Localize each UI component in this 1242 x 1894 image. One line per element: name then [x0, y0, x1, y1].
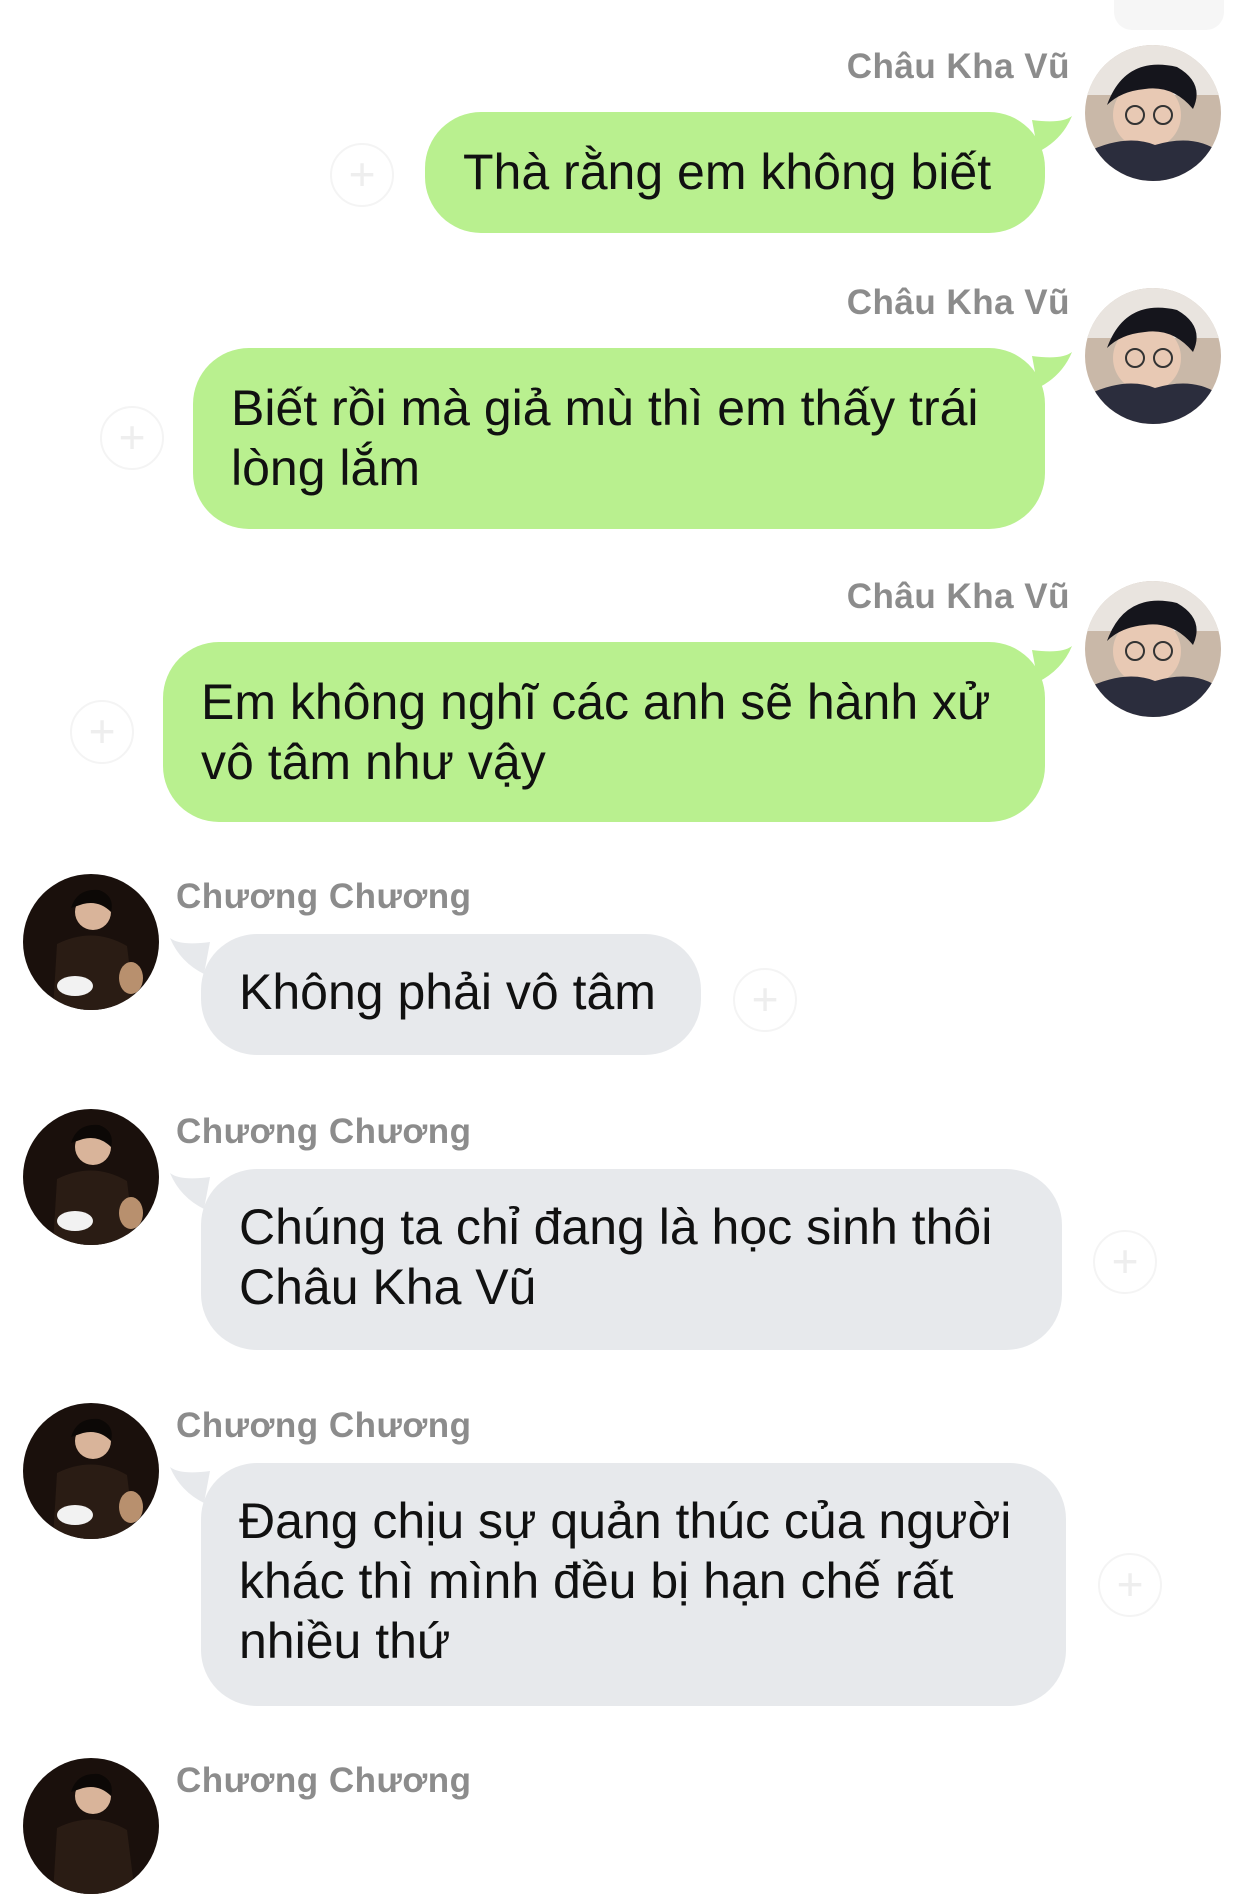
avatar[interactable] [23, 1758, 159, 1894]
add-reaction-icon[interactable]: + [330, 143, 394, 207]
add-reaction-icon[interactable]: + [1093, 1230, 1157, 1294]
sender-name: Châu Kha Vũ [846, 47, 1070, 86]
message-bubble[interactable]: Biết rồi mà giả mù thì em thấy trái lòng… [193, 348, 1045, 529]
sender-name: Chương Chương [176, 1761, 472, 1800]
sender-name: Chương Chương [176, 1406, 472, 1445]
sender-name: Châu Kha Vũ [846, 283, 1070, 322]
sender-name: Chương Chương [176, 1112, 472, 1151]
add-reaction-icon[interactable]: + [100, 406, 164, 470]
sender-name: Chương Chương [176, 877, 472, 916]
avatar[interactable] [1085, 288, 1221, 424]
message-bubble[interactable]: Đang chịu sự quản thúc của người khác th… [201, 1463, 1066, 1706]
avatar[interactable] [23, 1109, 159, 1245]
add-reaction-icon[interactable]: + [1098, 1553, 1162, 1617]
message-bubble[interactable]: Chúng ta chỉ đang là học sinh thôi Châu … [201, 1169, 1062, 1350]
avatar[interactable] [1085, 581, 1221, 717]
add-reaction-icon[interactable]: + [70, 700, 134, 764]
add-reaction-icon[interactable]: + [733, 968, 797, 1032]
top-chip [1114, 0, 1224, 30]
avatar[interactable] [1085, 45, 1221, 181]
message-bubble[interactable]: Thà rằng em không biết [425, 112, 1045, 233]
message-bubble[interactable]: Không phải vô tâm [201, 934, 701, 1055]
avatar[interactable] [23, 1403, 159, 1539]
message-bubble[interactable]: Em không nghĩ các anh sẽ hành xử vô tâm … [163, 642, 1045, 822]
avatar[interactable] [23, 874, 159, 1010]
sender-name: Châu Kha Vũ [846, 577, 1070, 616]
